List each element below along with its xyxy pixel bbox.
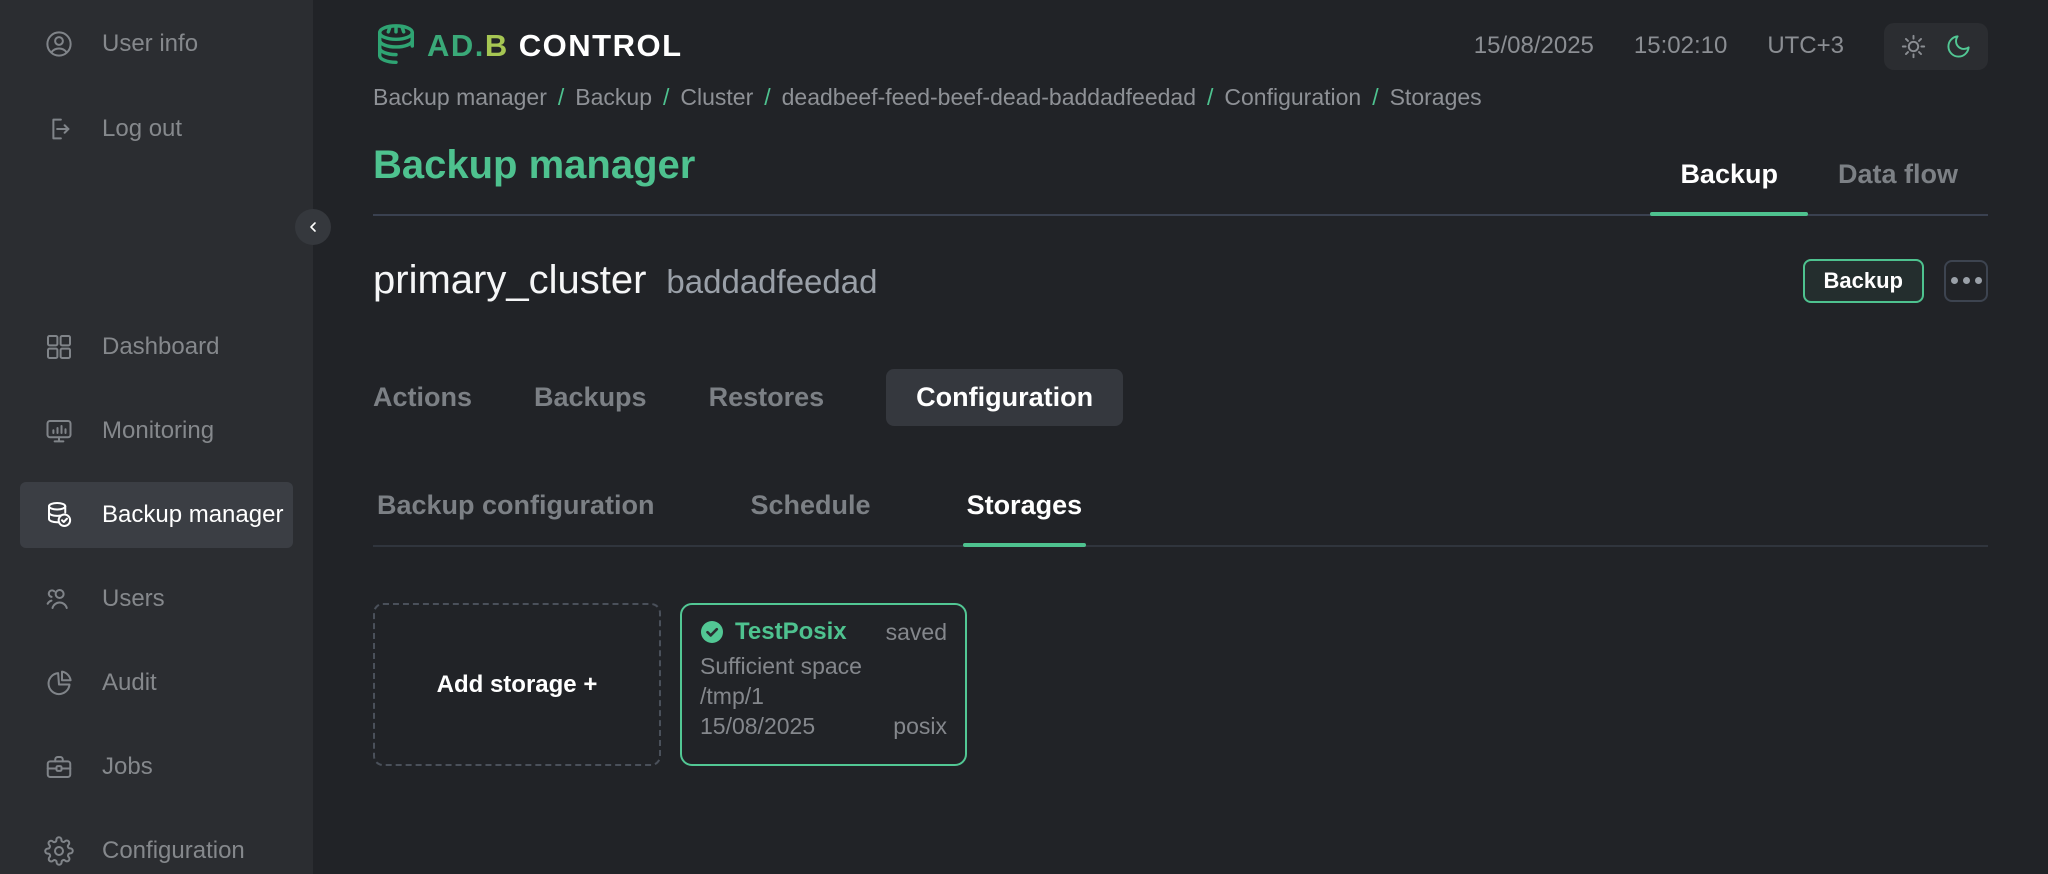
storage-type: posix xyxy=(893,713,947,739)
sidebar-account-group: User info Log out xyxy=(0,14,313,184)
monitoring-icon xyxy=(46,420,72,443)
cluster-section-tabs: Actions Backups Restores Configuration xyxy=(373,369,1988,426)
tab-backups[interactable]: Backups xyxy=(534,382,647,413)
breadcrumb-separator: / xyxy=(1207,84,1214,110)
page-title: Backup manager xyxy=(373,143,696,187)
add-storage-label: Add storage + xyxy=(436,670,598,698)
sidebar-item-log-out[interactable]: Log out xyxy=(20,99,293,159)
chevron-left-icon xyxy=(310,222,316,232)
configuration-sub-tabs: Backup configuration Schedule Storages xyxy=(373,490,1988,547)
sidebar-item-label: Monitoring xyxy=(102,417,215,444)
tab-configuration[interactable]: Configuration xyxy=(886,369,1124,426)
breadcrumb-separator: / xyxy=(663,84,670,110)
top-right-group: 15/08/2025 15:02:10 UTC+3 xyxy=(1473,22,1988,70)
brand-name-rest: CONTROL xyxy=(518,28,683,63)
storage-status-badge: saved xyxy=(885,618,947,645)
sidebar-item-jobs[interactable]: Jobs xyxy=(20,734,293,800)
sidebar-item-dashboard[interactable]: Dashboard xyxy=(20,314,293,380)
tab-data-flow[interactable]: Data flow xyxy=(1808,159,1988,214)
sidebar-item-label: Users xyxy=(102,585,165,612)
cluster-id: baddadfeedad xyxy=(666,263,878,300)
theme-toggle xyxy=(1884,22,1988,70)
gear-icon xyxy=(44,836,74,866)
storage-date: 15/08/2025 xyxy=(700,713,816,739)
breadcrumb-separator: / xyxy=(557,84,565,110)
pie-chart-icon xyxy=(47,670,72,696)
storage-card-header: TestPosix saved xyxy=(700,618,947,646)
breadcrumb: Backup manager / Backup / Cluster / dead… xyxy=(373,84,1988,111)
storage-space-info: Sufficient space xyxy=(700,653,862,679)
add-storage-button[interactable]: Add storage + xyxy=(373,603,661,766)
sidebar-item-monitoring[interactable]: Monitoring xyxy=(20,398,293,464)
sidebar-item-label: User info xyxy=(102,30,199,57)
current-time: 15:02:10 xyxy=(1633,32,1728,59)
page-tabs: Backup Data flow xyxy=(1650,159,1988,216)
sidebar-item-users[interactable]: Users xyxy=(20,566,293,632)
briefcase-icon xyxy=(46,756,72,778)
sidebar-item-configuration[interactable]: Configuration xyxy=(20,818,293,874)
top-bar: AD. B CONTROL 15/08/2025 15:02:10 UTC+3 xyxy=(373,0,1988,74)
storage-card-footer: 15/08/2025 posix xyxy=(700,711,947,741)
check-circle-icon xyxy=(701,621,723,643)
dark-theme-moon-icon[interactable] xyxy=(1945,33,1972,60)
light-theme-sun-icon[interactable] xyxy=(1900,33,1927,60)
sidebar-item-audit[interactable]: Audit xyxy=(20,650,293,716)
users-icon xyxy=(46,589,68,609)
database-logo-icon xyxy=(377,24,415,65)
cluster-header-row: primary_cluster baddadfeedad Backup xyxy=(373,258,1988,303)
more-options-button[interactable] xyxy=(1944,259,1988,302)
breadcrumb-item[interactable]: deadbeef-feed-beef-dead-baddadfeedad xyxy=(782,84,1196,111)
main-content: AD.B CONTROL 15/08/2025 15:02:10 UTC+3 xyxy=(313,0,2048,874)
sidebar-item-label: Jobs xyxy=(102,753,153,780)
storage-cards-row: Add storage + TestPosix saved Sufficient… xyxy=(373,603,1988,766)
tab-schedule[interactable]: Schedule xyxy=(747,490,875,545)
sidebar-item-label: Dashboard xyxy=(102,333,220,360)
more-options-icon xyxy=(1974,277,1982,284)
sidebar: User info Log out Dashboard Monitoring B… xyxy=(0,0,331,874)
user-icon xyxy=(46,31,72,57)
cluster-actions: Backup xyxy=(1802,258,1988,303)
storage-card-testposix[interactable]: TestPosix saved Sufficient space /tmp/1 … xyxy=(680,603,967,766)
breadcrumb-separator: / xyxy=(764,84,771,110)
tab-actions[interactable]: Actions xyxy=(373,382,472,413)
tab-backup[interactable]: Backup xyxy=(1650,159,1808,216)
sidebar-item-label: Backup manager xyxy=(102,501,284,528)
more-options-icon xyxy=(1950,277,1958,284)
brand-name-primary: AD. xyxy=(427,28,485,63)
backup-button[interactable]: Backup xyxy=(1802,258,1924,303)
breadcrumb-item[interactable]: Storages xyxy=(1390,84,1482,111)
brand-logo: AD. B CONTROL xyxy=(373,21,683,71)
tab-backup-configuration[interactable]: Backup configuration xyxy=(373,490,659,545)
cluster-identity: primary_cluster baddadfeedad xyxy=(373,258,877,303)
app-root: User info Log out Dashboard Monitoring B… xyxy=(0,0,2048,874)
dashboard-icon xyxy=(47,335,72,360)
logout-icon xyxy=(52,118,70,140)
backup-database-icon xyxy=(48,502,72,528)
sidebar-item-label: Configuration xyxy=(102,837,245,864)
breadcrumb-item[interactable]: Backup xyxy=(575,84,652,111)
sidebar-item-backup-manager[interactable]: Backup manager xyxy=(20,482,293,548)
sidebar-item-label: Log out xyxy=(102,115,183,142)
timezone: UTC+3 xyxy=(1767,32,1844,59)
brand-name: AD. B CONTROL xyxy=(427,28,683,64)
breadcrumb-item[interactable]: Configuration xyxy=(1224,84,1361,111)
sidebar-item-user-info[interactable]: User info xyxy=(20,14,293,74)
page-title-row: Backup manager Backup Data flow xyxy=(373,143,1988,216)
breadcrumb-item[interactable]: Cluster xyxy=(680,84,753,111)
tab-storages[interactable]: Storages xyxy=(962,490,1087,547)
tab-restores[interactable]: Restores xyxy=(709,382,825,413)
storage-name: TestPosix xyxy=(735,618,847,645)
breadcrumb-separator: / xyxy=(1372,84,1379,110)
sidebar-collapse-button[interactable] xyxy=(295,209,331,245)
sidebar-item-label: Audit xyxy=(102,669,157,696)
more-options-icon xyxy=(1962,277,1970,284)
sidebar-menu: Dashboard Monitoring Backup manager User… xyxy=(0,314,313,874)
brand-name-secondary: B xyxy=(484,28,509,63)
breadcrumb-item[interactable]: Backup manager xyxy=(373,84,547,111)
storage-path: /tmp/1 xyxy=(700,683,764,709)
current-date: 15/08/2025 xyxy=(1473,32,1594,59)
cluster-name: primary_cluster xyxy=(373,258,647,302)
